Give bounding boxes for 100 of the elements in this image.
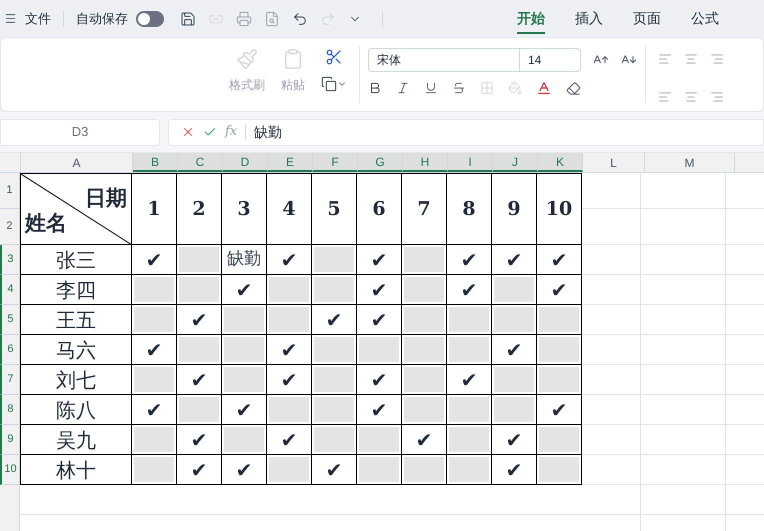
shaded-cell [314, 427, 354, 452]
table-cell: 8 [446, 173, 492, 245]
row-header[interactable]: 5 [0, 305, 19, 335]
table-cell: ✔ [492, 455, 537, 485]
column-header[interactable]: D [223, 153, 268, 172]
shaded-cell [448, 457, 489, 482]
table-cell: 吴九 [20, 425, 132, 455]
font-color-icon[interactable] [536, 80, 552, 96]
shaded-cell [178, 337, 219, 362]
shaded-cell [224, 427, 264, 452]
column-header[interactable]: C [178, 153, 223, 172]
save-icon[interactable] [180, 10, 196, 26]
table-cell: ✔ [222, 455, 267, 485]
row-header[interactable]: 2 [0, 209, 19, 245]
row-header[interactable]: 9 [0, 425, 19, 455]
formula-field[interactable]: 缺勤 [254, 122, 282, 142]
align-bottom-icon[interactable] [710, 52, 724, 66]
table-cell: ✔ [132, 245, 177, 275]
ribbon-tab[interactable]: 页面 [633, 3, 661, 34]
paste-button[interactable]: 粘贴 [281, 76, 305, 94]
bold-icon[interactable] [368, 81, 382, 95]
align-top-icon[interactable] [658, 52, 672, 66]
row-header[interactable]: 8 [0, 395, 19, 425]
table-cell: ✔ [266, 245, 312, 275]
column-header[interactable]: E [268, 153, 313, 172]
shaded-cell [314, 337, 354, 362]
ribbon-tab[interactable]: 公式 [691, 3, 719, 34]
table-cell: ✔ [222, 275, 267, 305]
function-button[interactable]: fx [225, 122, 238, 142]
eraser-icon[interactable] [566, 80, 581, 96]
underline-icon[interactable] [424, 81, 438, 95]
shaded-cell [358, 337, 399, 362]
column-header[interactable]: B [133, 153, 178, 172]
row-header[interactable]: 6 [0, 335, 19, 365]
table-cell: ✔ [176, 455, 222, 485]
name-box[interactable]: D3 [0, 118, 160, 146]
shaded-cell [178, 277, 219, 302]
table-cell: ✔ [536, 395, 582, 425]
table-cell: 6 [356, 173, 402, 245]
align-center-icon[interactable] [684, 90, 698, 104]
format-painter-button[interactable]: 格式刷 [229, 76, 265, 94]
table-cell: ✔ [492, 425, 537, 455]
table-cell: ✔ [266, 365, 312, 395]
table-cell: ✔ [446, 245, 492, 275]
shaded-cell [494, 397, 534, 422]
menu-icon[interactable] [4, 12, 17, 25]
table-cell: ✔ [312, 305, 357, 335]
ribbon-tab[interactable]: 开始 [517, 3, 545, 34]
cancel-icon[interactable] [181, 125, 195, 139]
undo-icon[interactable] [292, 10, 308, 26]
italic-icon[interactable] [396, 81, 410, 95]
shaded-cell [448, 427, 489, 452]
clipboard-icon[interactable] [282, 48, 304, 70]
row-header[interactable]: 10 [0, 455, 19, 485]
shaded-cell [538, 367, 579, 392]
shaded-cell [314, 367, 354, 392]
shaded-cell [314, 277, 354, 302]
table-cell: ✔ [132, 395, 177, 425]
table-cell: ✔ [312, 455, 357, 485]
row-header[interactable]: 3 [0, 245, 19, 275]
row-header[interactable]: 7 [0, 365, 19, 395]
row-header[interactable]: 4 [0, 275, 19, 305]
column-header[interactable]: M [645, 153, 735, 172]
fill-color-icon[interactable] [508, 81, 522, 95]
shaded-cell [404, 367, 444, 392]
column-header[interactable]: J [493, 153, 538, 172]
strikethrough-icon[interactable] [452, 81, 466, 95]
align-right-icon[interactable] [710, 90, 724, 104]
column-header[interactable]: G [358, 153, 403, 172]
table-cell: ✔ [356, 305, 402, 335]
table-cell: ✔ [402, 425, 447, 455]
table-cell: ✔ [492, 335, 537, 365]
shaded-cell [448, 307, 489, 332]
table-cell: ✔ [446, 365, 492, 395]
copy-icon[interactable] [321, 76, 337, 92]
column-header[interactable]: I [448, 153, 493, 172]
table-cell: ✔ [266, 335, 312, 365]
table-cell: 陈八 [20, 395, 132, 425]
file-menu[interactable]: 文件 [25, 8, 51, 28]
table-cell: 7 [402, 173, 447, 245]
column-header[interactable]: H [403, 153, 448, 172]
table-cell: ✔ [536, 245, 582, 275]
table-cell: 3 [222, 173, 267, 245]
shaded-cell [358, 457, 399, 482]
align-middle-icon[interactable] [684, 52, 698, 66]
shaded-cell [538, 427, 579, 452]
autosave-toggle[interactable] [136, 10, 164, 26]
align-left-icon[interactable] [658, 90, 672, 104]
column-header[interactable]: F [313, 153, 358, 172]
table-cell: ✔ [536, 275, 582, 305]
scissors-icon[interactable] [325, 48, 343, 66]
shaded-cell [268, 397, 309, 422]
row-header[interactable]: 1 [0, 173, 19, 209]
ribbon-tab[interactable]: 插入 [575, 3, 603, 34]
shaded-cell [134, 367, 174, 392]
table-cell: ✔ [492, 245, 537, 275]
column-header[interactable]: K [538, 153, 583, 172]
column-header[interactable]: L [583, 153, 645, 172]
shaded-cell [404, 307, 444, 332]
shaded-cell [178, 247, 219, 272]
